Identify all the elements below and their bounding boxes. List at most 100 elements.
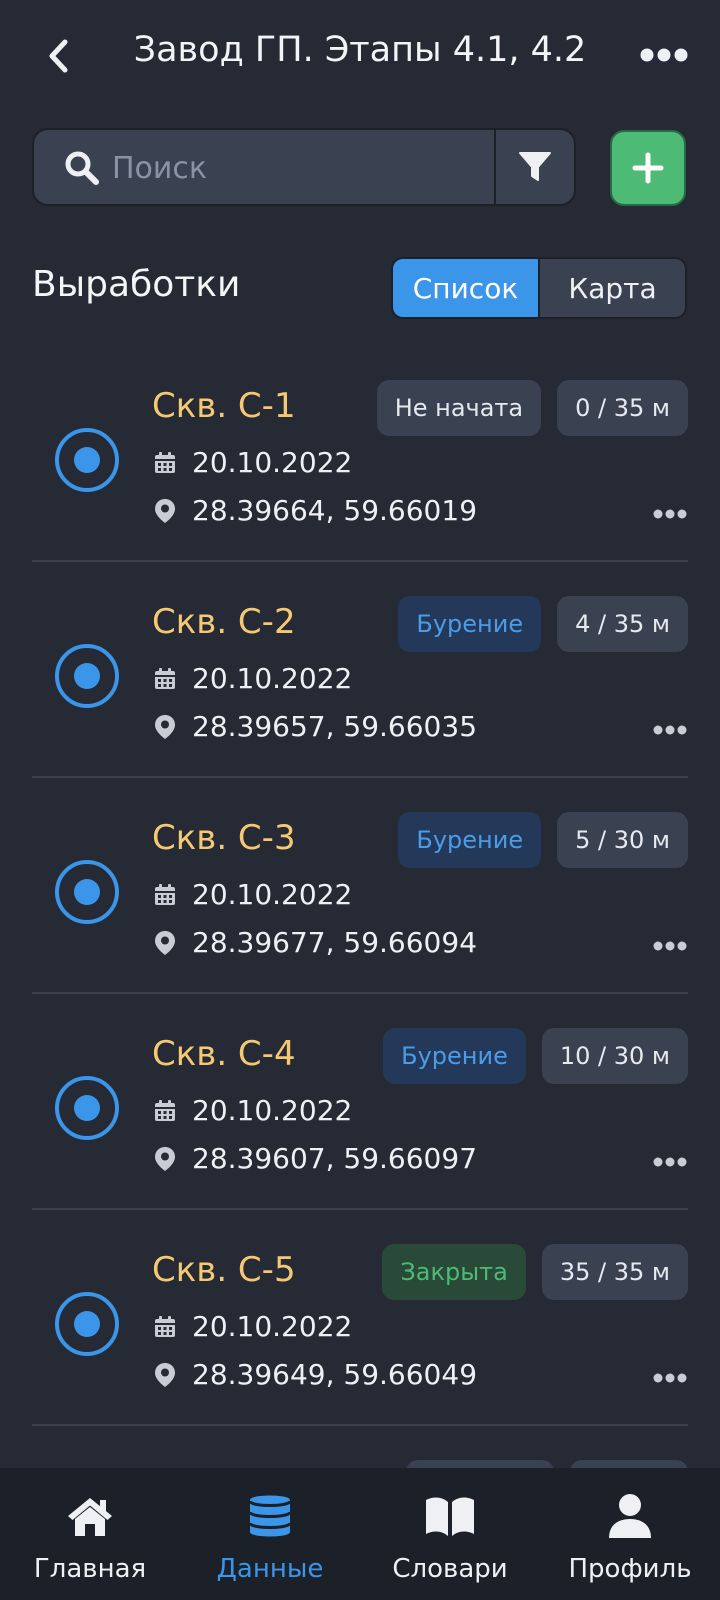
radio-icon[interactable] bbox=[55, 428, 119, 492]
item-date: 20.10.2022 bbox=[192, 1094, 353, 1127]
item-coords: 28.39677, 59.66094 bbox=[192, 926, 478, 959]
status-badge-placeholder bbox=[406, 1460, 554, 1468]
radio-icon[interactable] bbox=[55, 644, 119, 708]
calendar-icon bbox=[152, 882, 178, 908]
header: Завод ГП. Этапы 4.1, 4.2 bbox=[0, 0, 720, 112]
item-coords-row: 28.39657, 59.66035 bbox=[152, 710, 477, 743]
item-date-row: 20.10.2022 bbox=[152, 446, 352, 479]
toggle-map-button[interactable]: Карта bbox=[540, 259, 685, 317]
item-more-button[interactable] bbox=[650, 936, 690, 956]
more-menu-button[interactable] bbox=[638, 40, 690, 70]
item-badges: Бурение 4 / 35 м bbox=[398, 596, 688, 652]
item-coords-row: 28.39664, 59.66019 bbox=[152, 494, 477, 527]
tab-dictionaries[interactable]: Словари bbox=[360, 1468, 540, 1600]
radio-icon[interactable] bbox=[55, 1076, 119, 1140]
user-icon bbox=[604, 1492, 656, 1540]
tab-profile[interactable]: Профиль bbox=[540, 1468, 720, 1600]
more-dots-icon bbox=[653, 725, 687, 735]
section-title: Выработки bbox=[32, 264, 241, 305]
view-toggle: Список Карта bbox=[391, 257, 687, 319]
list-item[interactable]: Скв. С-3 Бурение 5 / 30 м 20.10.2022 28.… bbox=[0, 778, 720, 994]
radio-icon[interactable] bbox=[55, 1292, 119, 1356]
progress-badge: 35 / 35 м bbox=[541, 1244, 688, 1300]
item-badges: Не начата 0 / 35 м bbox=[376, 380, 688, 436]
tab-label: Главная bbox=[33, 1554, 147, 1584]
item-date-row: 20.10.2022 bbox=[152, 878, 352, 911]
item-more-button[interactable] bbox=[650, 1368, 690, 1388]
item-title: Скв. С-4 bbox=[152, 1034, 296, 1074]
status-badge: Закрыта bbox=[382, 1244, 526, 1300]
search-icon bbox=[65, 151, 99, 185]
search-input[interactable] bbox=[110, 142, 514, 194]
more-dots-icon bbox=[653, 509, 687, 519]
status-badge: Бурение bbox=[398, 812, 542, 868]
item-date: 20.10.2022 bbox=[192, 1310, 353, 1343]
book-icon bbox=[424, 1492, 476, 1540]
item-more-button[interactable] bbox=[650, 504, 690, 524]
more-dots-icon bbox=[653, 1157, 687, 1167]
filter-button[interactable] bbox=[496, 130, 574, 204]
item-date-row: 20.10.2022 bbox=[152, 1094, 352, 1127]
progress-badge: 0 / 35 м bbox=[557, 380, 688, 436]
tab-label: Профиль bbox=[568, 1554, 692, 1584]
toggle-list-button[interactable]: Список bbox=[393, 259, 538, 317]
search-bar bbox=[32, 128, 576, 206]
chevron-left-icon bbox=[49, 39, 68, 73]
progress-badge: 10 / 30 м bbox=[541, 1028, 688, 1084]
tab-data[interactable]: Данные bbox=[180, 1468, 360, 1600]
list-item[interactable]: Скв. С-1 Не начата 0 / 35 м 20.10.2022 2… bbox=[0, 346, 720, 562]
item-coords: 28.39664, 59.66019 bbox=[192, 494, 478, 527]
list-item[interactable]: Скв. С-4 Бурение 10 / 30 м 20.10.2022 28… bbox=[0, 994, 720, 1210]
item-coords: 28.39657, 59.66035 bbox=[192, 710, 478, 743]
status-badge: Бурение bbox=[398, 596, 542, 652]
radio-dot bbox=[74, 663, 100, 689]
radio-dot bbox=[74, 879, 100, 905]
item-more-button[interactable] bbox=[650, 1152, 690, 1172]
item-date-row: 20.10.2022 bbox=[152, 1310, 352, 1343]
item-title: Скв. С-1 bbox=[152, 386, 296, 426]
database-icon bbox=[244, 1492, 296, 1540]
list-item[interactable]: Скв. С-5 Закрыта 35 / 35 м 20.10.2022 28… bbox=[0, 1210, 720, 1426]
map-pin-icon bbox=[152, 1146, 178, 1172]
more-dots-icon bbox=[653, 941, 687, 951]
tab-label: Данные bbox=[216, 1554, 324, 1584]
calendar-icon bbox=[152, 1098, 178, 1124]
plus-icon bbox=[632, 152, 664, 184]
progress-badge: 4 / 35 м bbox=[557, 596, 688, 652]
list-item[interactable]: Скв. С-2 Бурение 4 / 35 м 20.10.2022 28.… bbox=[0, 562, 720, 778]
progress-badge: 5 / 30 м bbox=[557, 812, 688, 868]
map-pin-icon bbox=[152, 498, 178, 524]
item-date: 20.10.2022 bbox=[192, 446, 353, 479]
item-coords: 28.39649, 59.66049 bbox=[192, 1358, 478, 1391]
progress-badge-placeholder bbox=[570, 1460, 688, 1468]
radio-icon[interactable] bbox=[55, 860, 119, 924]
tab-home[interactable]: Главная bbox=[0, 1468, 180, 1600]
item-date-row: 20.10.2022 bbox=[152, 662, 352, 695]
back-button[interactable] bbox=[40, 34, 76, 78]
calendar-icon bbox=[152, 1314, 178, 1340]
radio-dot bbox=[74, 1311, 100, 1337]
add-button[interactable] bbox=[610, 130, 686, 206]
map-pin-icon bbox=[152, 714, 178, 740]
item-more-button[interactable] bbox=[650, 720, 690, 740]
status-badge: Бурение bbox=[383, 1028, 526, 1084]
home-icon bbox=[64, 1492, 116, 1540]
bottom-tab-bar: Главная Данные Словари Профиль bbox=[0, 1468, 720, 1600]
item-coords-row: 28.39649, 59.66049 bbox=[152, 1358, 477, 1391]
item-title: Скв. С-3 bbox=[152, 818, 296, 858]
item-coords: 28.39607, 59.66097 bbox=[192, 1142, 478, 1175]
radio-dot bbox=[74, 1095, 100, 1121]
item-title: Скв. С-5 bbox=[152, 1250, 296, 1290]
calendar-icon bbox=[152, 666, 178, 692]
list-item-partial bbox=[0, 1426, 720, 1468]
item-badges: Бурение 5 / 30 м bbox=[398, 812, 688, 868]
map-pin-icon bbox=[152, 930, 178, 956]
tab-label: Словари bbox=[392, 1554, 508, 1584]
more-dots-icon bbox=[653, 1373, 687, 1383]
item-title: Скв. С-2 bbox=[152, 602, 296, 642]
item-date: 20.10.2022 bbox=[192, 878, 353, 911]
calendar-icon bbox=[152, 450, 178, 476]
status-badge: Не начата bbox=[376, 380, 542, 436]
filter-icon bbox=[519, 152, 551, 181]
item-coords-row: 28.39677, 59.66094 bbox=[152, 926, 477, 959]
